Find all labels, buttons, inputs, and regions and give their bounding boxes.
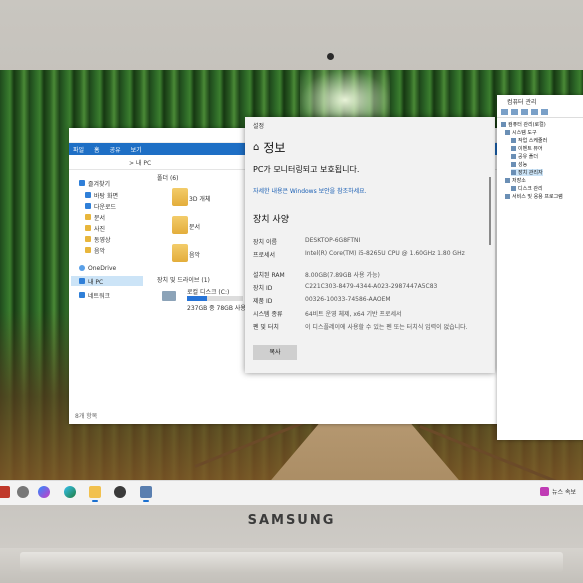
- performance-icon: [511, 162, 516, 167]
- folder-label[interactable]: 문서: [189, 222, 200, 231]
- tree-item[interactable]: 저장소: [505, 177, 526, 184]
- settings-icon[interactable]: [114, 486, 126, 498]
- drive-usage-fill: [187, 296, 207, 301]
- spec-row: 시스템 종류 64비트 운영 체제, x64 기반 프로세서: [253, 311, 402, 318]
- spec-row: 펜 및 터치 이 디스플레이에 사용할 수 있는 펜 또는 터치식 입력이 없습니…: [253, 324, 468, 331]
- ribbon-tab-file[interactable]: 파일: [73, 145, 84, 154]
- device-manager-icon[interactable]: [140, 486, 152, 502]
- tree-item[interactable]: 컴퓨터 관리(로컬): [501, 121, 546, 128]
- page-title: 정보: [263, 141, 286, 155]
- properties-icon[interactable]: [521, 109, 528, 115]
- news-icon: [540, 487, 549, 496]
- nav-desktop[interactable]: 바탕 화면: [85, 190, 118, 200]
- tree-item[interactable]: 이벤트 뷰어: [511, 145, 543, 152]
- settings-header: ⌂ 정보: [253, 139, 285, 156]
- device-manager-icon: [511, 170, 516, 175]
- cloud-icon: [79, 265, 85, 271]
- explorer-status-bar: 8개 항목: [75, 413, 98, 420]
- nav-downloads[interactable]: 다운로드: [85, 201, 116, 211]
- edge-icon[interactable]: [64, 486, 76, 498]
- spec-row: 설치된 RAM 8.00GB(7.89GB 사용 가능): [253, 272, 380, 279]
- picture-icon: [85, 225, 91, 231]
- nav-documents[interactable]: 문서: [85, 212, 105, 222]
- pc-icon: [79, 278, 85, 284]
- drive-icon[interactable]: [162, 291, 176, 301]
- folder-icon[interactable]: [172, 244, 188, 262]
- nav-videos[interactable]: 동영상: [85, 234, 111, 244]
- clock-icon: [511, 138, 516, 143]
- event-icon: [511, 146, 516, 151]
- services-icon: [505, 194, 510, 199]
- back-icon[interactable]: [501, 109, 508, 115]
- webcam: [327, 53, 334, 60]
- nav-onedrive[interactable]: OneDrive: [79, 263, 116, 273]
- computer-management-title[interactable]: 컴퓨터 관리: [497, 95, 583, 107]
- disk-icon: [511, 186, 516, 191]
- tree-item[interactable]: 디스크 관리: [511, 185, 543, 192]
- music-icon: [85, 247, 91, 253]
- address-path[interactable]: > 내 PC: [129, 158, 239, 167]
- drive-usage-bar: [187, 296, 243, 301]
- tools-icon: [505, 130, 510, 135]
- laptop-hinge: [20, 552, 563, 572]
- ribbon-tab-home[interactable]: 홈: [94, 145, 100, 154]
- drive-name[interactable]: 로컬 디스크 (C:): [187, 287, 229, 296]
- download-icon: [85, 203, 91, 209]
- folder-label[interactable]: 음악: [189, 250, 200, 259]
- taskbar: 뉴스 속보: [0, 480, 583, 505]
- tree-item[interactable]: 서비스 및 응용 프로그램: [505, 193, 563, 200]
- copy-button[interactable]: 복사: [253, 345, 297, 360]
- folders-section-header[interactable]: 폴더 (6): [157, 173, 178, 182]
- storage-icon: [505, 178, 510, 183]
- spec-row: 프로세서 Intel(R) Core(TM) i5-8265U CPU @ 1.6…: [253, 250, 465, 259]
- scrollbar[interactable]: [489, 177, 491, 245]
- file-explorer-icon[interactable]: [89, 486, 101, 502]
- document-icon: [85, 214, 91, 220]
- copilot-icon[interactable]: [38, 486, 50, 498]
- computer-icon: [501, 122, 506, 127]
- forward-icon[interactable]: [511, 109, 518, 115]
- brand-logo: SAMSUNG: [247, 513, 336, 528]
- spec-row: 장치 ID C221C303-8479-4344-A023-2987447A5C8…: [253, 283, 438, 292]
- spec-row: 제품 ID 00326-10033-74586-AAOEM: [253, 296, 391, 305]
- news-widget[interactable]: 뉴스 속보: [540, 487, 576, 496]
- nav-network[interactable]: 네트워크: [79, 290, 110, 300]
- computer-management-toolbar: [497, 107, 583, 118]
- protection-status: PC가 모니터링되고 보호됩니다.: [253, 165, 360, 174]
- spec-row: 장치 이름 DESKTOP-6G8FTNI: [253, 237, 361, 246]
- search-icon[interactable]: [17, 486, 29, 498]
- ribbon-tab-view[interactable]: 보기: [131, 145, 142, 154]
- devices-section-header[interactable]: 장치 및 드라이브 (1): [157, 275, 210, 284]
- tree-item[interactable]: 성능: [511, 161, 527, 168]
- help-icon[interactable]: [531, 109, 538, 115]
- home-icon[interactable]: ⌂: [253, 142, 259, 153]
- desktop-screen: 파일 홈 공유 보기 > 내 PC 즐겨찾기 바탕 화면 다운로드 문서 사진 …: [0, 70, 583, 505]
- folder-icon[interactable]: [172, 216, 188, 234]
- windows-security-link[interactable]: 자세한 내용은 Windows 보안을 참조하세요.: [253, 186, 367, 195]
- computer-management-window[interactable]: 컴퓨터 관리 컴퓨터 관리(로컬) 시스템 도구 작업 스케줄러 이벤트 뷰어 …: [497, 95, 583, 440]
- tree-item-device-manager[interactable]: 장치 관리자: [511, 169, 543, 176]
- folder-label[interactable]: 3D 개체: [189, 194, 210, 203]
- refresh-icon[interactable]: [541, 109, 548, 115]
- windows-start-icon[interactable]: [0, 486, 10, 498]
- device-specs-heading: 장치 사양: [253, 215, 289, 225]
- folder-icon: [511, 154, 516, 159]
- nav-this-pc[interactable]: 내 PC: [71, 276, 143, 286]
- folder-icon[interactable]: [172, 188, 188, 206]
- video-icon: [85, 236, 91, 242]
- star-icon: [79, 180, 85, 186]
- explorer-nav-pane: 즐겨찾기 바탕 화면 다운로드 문서 사진 동영상 음악 OneDrive 내 …: [69, 170, 147, 410]
- nav-quick-access[interactable]: 즐겨찾기: [79, 178, 110, 188]
- tree-item[interactable]: 시스템 도구: [505, 129, 537, 136]
- settings-titlebar[interactable]: 설정: [245, 117, 495, 131]
- nav-music[interactable]: 음악: [85, 245, 105, 255]
- desktop-icon: [85, 192, 91, 198]
- network-icon: [79, 292, 85, 298]
- nav-pictures[interactable]: 사진: [85, 223, 105, 233]
- tree-item[interactable]: 공유 폴더: [511, 153, 538, 160]
- settings-about-window[interactable]: 설정 ⌂ 정보 PC가 모니터링되고 보호됩니다. 자세한 내용은 Window…: [245, 117, 495, 373]
- ribbon-tab-share[interactable]: 공유: [110, 145, 121, 154]
- tree-item[interactable]: 작업 스케줄러: [511, 137, 547, 144]
